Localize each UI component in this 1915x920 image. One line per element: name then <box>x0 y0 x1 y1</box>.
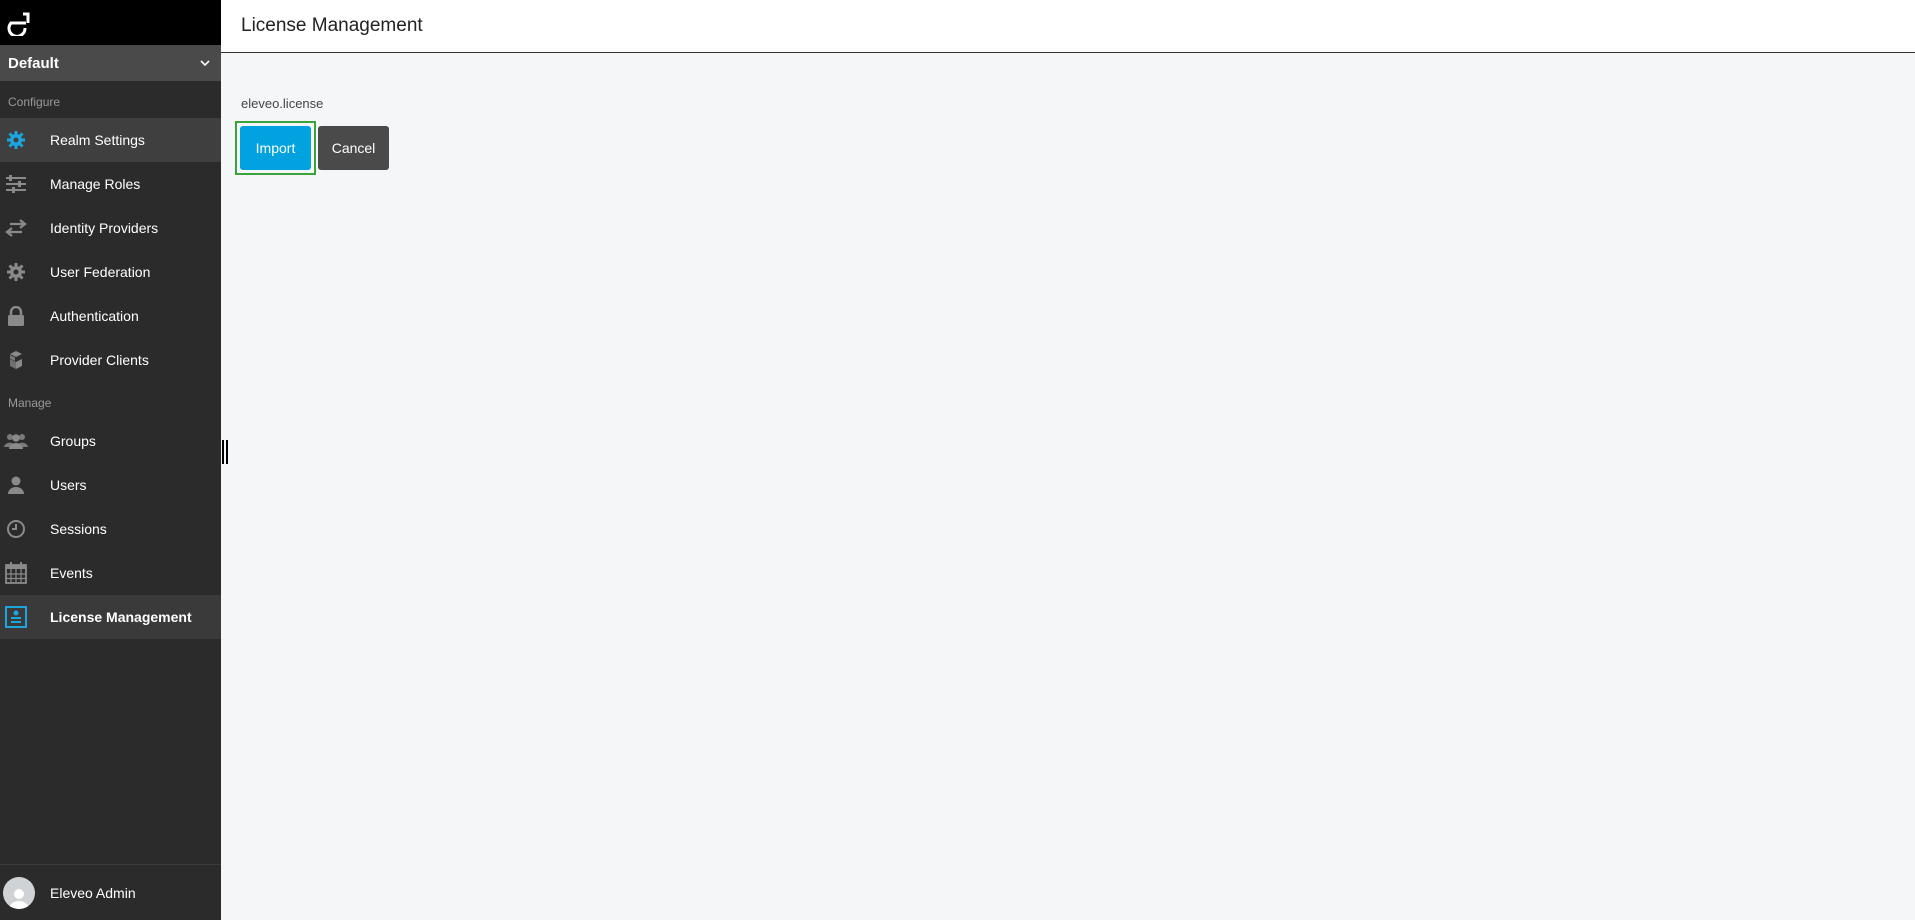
clock-icon <box>0 519 50 539</box>
sidebar-item-provider-clients[interactable]: Provider Clients <box>0 338 221 382</box>
chevron-down-icon <box>200 60 210 67</box>
realm-selector[interactable]: Default <box>0 45 221 81</box>
sidebar-item-authentication[interactable]: Authentication <box>0 294 221 338</box>
sidebar-item-label: Manage Roles <box>50 176 141 192</box>
selected-file-name: eleveo.license <box>241 96 324 111</box>
license-import-panel: eleveo.license Import Cancel <box>221 53 1915 175</box>
sidebar-item-realm-settings[interactable]: Realm Settings <box>0 118 221 162</box>
sidebar-item-events[interactable]: Events <box>0 551 221 595</box>
sliders-icon <box>0 174 50 194</box>
calendar-icon <box>0 562 50 584</box>
lock-icon <box>0 306 50 326</box>
user-name: Eleveo Admin <box>50 884 136 901</box>
sidebar-item-sessions[interactable]: Sessions <box>0 507 221 551</box>
sidebar-item-user-federation[interactable]: User Federation <box>0 250 221 294</box>
cancel-button[interactable]: Cancel <box>318 126 389 170</box>
user-menu[interactable]: Eleveo Admin <box>0 864 221 920</box>
import-button[interactable]: Import <box>240 126 311 170</box>
sidebar-item-users[interactable]: Users <box>0 463 221 507</box>
sidebar: Default Configure Realm Settings Manage … <box>0 0 221 920</box>
section-label-manage: Manage <box>8 396 52 410</box>
main-content: License Management eleveo.license Import… <box>221 0 1915 920</box>
user-icon <box>0 476 50 494</box>
sidebar-item-label: Groups <box>50 433 96 449</box>
sidebar-item-license-management[interactable]: License Management <box>0 595 221 639</box>
exchange-icon <box>0 218 50 238</box>
sidebar-item-label: License Management <box>50 609 192 625</box>
sidebar-item-label: User Federation <box>50 264 151 280</box>
sidebar-item-label: Identity Providers <box>50 220 159 236</box>
gear-icon <box>0 262 50 282</box>
avatar <box>3 876 35 909</box>
import-button-focus-frame: Import <box>235 121 316 175</box>
logo-bar <box>0 0 221 45</box>
page-title: License Management <box>221 0 1915 53</box>
sidebar-item-label: Authentication <box>50 308 139 324</box>
section-label-configure: Configure <box>8 95 61 109</box>
realm-selector-value: Default <box>8 54 59 72</box>
gear-icon <box>0 130 50 150</box>
action-buttons: Import Cancel <box>235 121 1895 175</box>
cubes-icon <box>0 350 50 370</box>
users-icon <box>0 432 50 450</box>
eleveo-logo-icon[interactable] <box>6 10 32 36</box>
sidebar-item-label: Sessions <box>50 521 107 537</box>
license-icon <box>0 606 50 628</box>
sidebar-item-identity-providers[interactable]: Identity Providers <box>0 206 221 250</box>
sidebar-item-groups[interactable]: Groups <box>0 419 221 463</box>
sidebar-item-label: Users <box>50 477 87 493</box>
sidebar-item-label: Provider Clients <box>50 352 149 368</box>
sidebar-item-manage-roles[interactable]: Manage Roles <box>0 162 221 206</box>
sidebar-item-label: Events <box>50 565 93 581</box>
sidebar-item-label: Realm Settings <box>50 132 145 148</box>
